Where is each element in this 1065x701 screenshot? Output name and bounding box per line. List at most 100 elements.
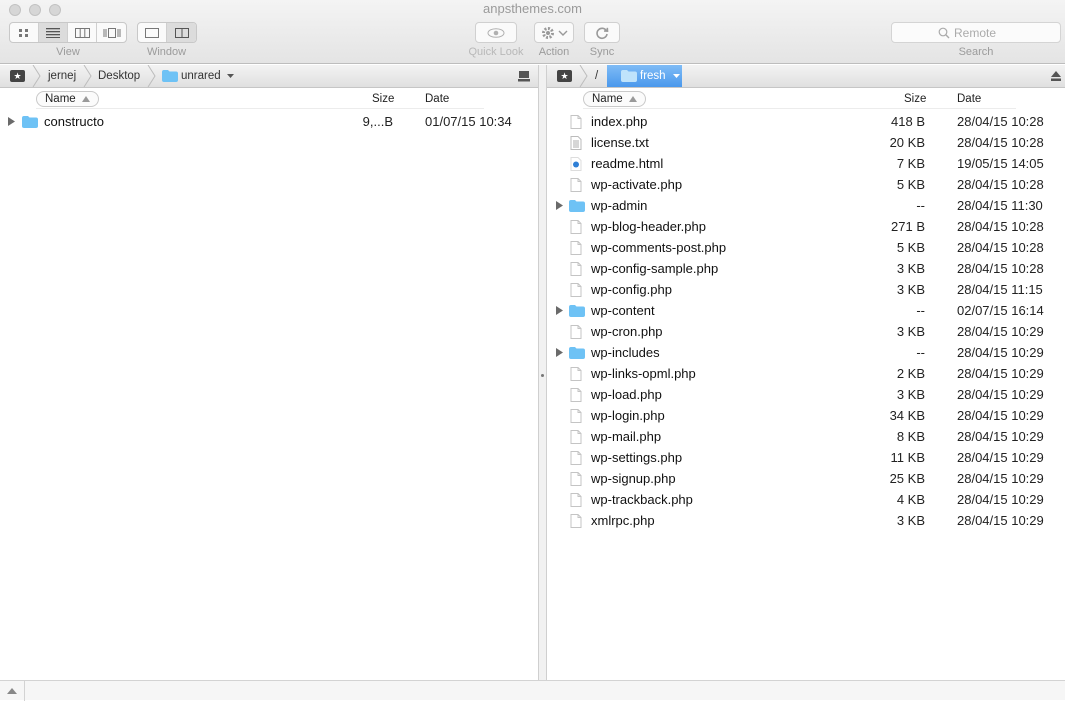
file-row[interactable]: wp-admin -- 28/04/15 11:30 <box>547 195 1065 216</box>
name-column-header[interactable]: Name <box>36 91 99 107</box>
file-row[interactable]: wp-links-opml.php 2 KB 28/04/15 10:29 <box>547 363 1065 384</box>
dual-pane-button[interactable] <box>167 23 196 42</box>
breadcrumb-separator-icon <box>83 65 92 87</box>
file-row[interactable]: wp-signup.php 25 KB 28/04/15 10:29 <box>547 468 1065 489</box>
single-pane-button[interactable] <box>138 23 167 42</box>
right-pane: ★ / fresh Name Size Date index.php 418 B 2… <box>547 65 1065 680</box>
file-row[interactable]: index.php 418 B 28/04/15 10:28 <box>547 111 1065 132</box>
pane-splitter[interactable] <box>538 65 547 680</box>
file-size: 418 B <box>891 114 925 129</box>
file-row[interactable]: wp-mail.php 8 KB 28/04/15 10:29 <box>547 426 1065 447</box>
breadcrumb-separator-icon <box>32 65 41 87</box>
file-row[interactable]: readme.html 7 KB 19/05/15 14:05 <box>547 153 1065 174</box>
sync-label: Sync <box>589 46 615 58</box>
file-icon <box>570 493 582 507</box>
name-column-label: Name <box>592 93 623 105</box>
favorites-star-icon[interactable]: ★ <box>557 70 572 82</box>
window-mode-control <box>137 22 197 43</box>
file-row[interactable]: wp-content -- 02/07/15 16:14 <box>547 300 1065 321</box>
file-date: 19/05/15 14:05 <box>957 156 1044 171</box>
file-row[interactable]: wp-config.php 3 KB 28/04/15 11:15 <box>547 279 1065 300</box>
view-mode-control <box>9 22 127 43</box>
file-date: 28/04/15 10:29 <box>957 408 1044 423</box>
folder-icon <box>162 70 178 82</box>
file-row[interactable]: wp-activate.php 5 KB 28/04/15 10:28 <box>547 174 1065 195</box>
html-file-icon <box>570 157 582 171</box>
view-icons-button[interactable] <box>10 23 39 42</box>
file-icon <box>570 325 582 339</box>
file-row[interactable]: license.txt 20 KB 28/04/15 10:28 <box>547 132 1065 153</box>
file-icon <box>570 115 582 129</box>
breadcrumb-separator-icon <box>147 65 156 87</box>
name-column-header[interactable]: Name <box>583 91 646 107</box>
date-column-header[interactable]: Date <box>425 93 449 105</box>
file-date: 28/04/15 10:29 <box>957 471 1044 486</box>
header-divider <box>36 108 484 109</box>
breadcrumb-root[interactable]: / <box>595 65 598 87</box>
disclosure-triangle-icon[interactable] <box>556 348 563 357</box>
single-pane-icon <box>145 27 159 38</box>
search-field[interactable] <box>891 22 1061 43</box>
view-list-button[interactable] <box>39 23 68 42</box>
left-pane: ★ jernej Desktop unrared Name Size Date … <box>0 65 538 680</box>
file-size: 25 KB <box>889 471 925 486</box>
file-name: wp-activate.php <box>591 177 683 192</box>
file-row[interactable]: wp-blog-header.php 271 B 28/04/15 10:28 <box>547 216 1065 237</box>
search-label: Search <box>958 46 994 58</box>
file-icon <box>570 451 582 465</box>
file-size: 3 KB <box>896 282 925 297</box>
caret-down-icon[interactable] <box>227 74 234 79</box>
file-date: 28/04/15 10:29 <box>957 429 1044 444</box>
size-column-header[interactable]: Size <box>372 93 394 105</box>
sync-button[interactable] <box>584 22 620 43</box>
breadcrumb-jernej[interactable]: jernej <box>48 65 76 87</box>
view-label: View <box>56 46 80 58</box>
text-file-icon <box>570 136 582 150</box>
file-row[interactable]: wp-includes -- 28/04/15 10:29 <box>547 342 1065 363</box>
file-row[interactable]: wp-config-sample.php 3 KB 28/04/15 10:28 <box>547 258 1065 279</box>
file-size: -- <box>916 345 925 360</box>
file-name: wp-links-opml.php <box>591 366 696 381</box>
left-path-bar: ★ jernej Desktop unrared <box>0 65 538 88</box>
breadcrumb-unrared[interactable]: unrared <box>181 65 221 87</box>
file-name: wp-login.php <box>591 408 665 423</box>
file-row[interactable]: xmlrpc.php 3 KB 28/04/15 10:29 <box>547 510 1065 531</box>
breadcrumb-fresh-selected[interactable]: fresh <box>607 65 682 87</box>
file-icon <box>570 367 582 381</box>
folder-icon <box>569 305 585 317</box>
quick-look-button[interactable] <box>475 22 517 43</box>
toolbar: anpsthemes.com View Window Quick Look Ac… <box>0 0 1065 64</box>
file-date: 28/04/15 10:29 <box>957 324 1044 339</box>
file-row[interactable]: wp-login.php 34 KB 28/04/15 10:29 <box>547 405 1065 426</box>
view-coverflow-button[interactable] <box>97 23 126 42</box>
file-name: wp-config-sample.php <box>591 261 719 276</box>
file-row[interactable]: wp-settings.php 11 KB 28/04/15 10:29 <box>547 447 1065 468</box>
chevron-up-icon[interactable] <box>6 686 18 695</box>
file-size: 3 KB <box>896 513 925 528</box>
disclosure-triangle-icon[interactable] <box>556 306 563 315</box>
drive-icon[interactable] <box>518 70 531 82</box>
file-row[interactable]: wp-load.php 3 KB 28/04/15 10:29 <box>547 384 1065 405</box>
favorites-star-icon[interactable]: ★ <box>10 70 25 82</box>
view-columns-button[interactable] <box>68 23 97 42</box>
file-name: wp-admin <box>591 198 648 213</box>
breadcrumb-desktop[interactable]: Desktop <box>98 65 140 87</box>
eject-icon[interactable] <box>1050 70 1063 82</box>
file-row[interactable]: wp-comments-post.php 5 KB 28/04/15 10:28 <box>547 237 1065 258</box>
file-row[interactable]: constructo 9,...B 01/07/15 10:34 <box>0 111 538 132</box>
disclosure-triangle-icon[interactable] <box>8 117 15 126</box>
date-column-header[interactable]: Date <box>957 93 981 105</box>
search-input[interactable] <box>954 25 1014 40</box>
file-size: 11 KB <box>890 450 925 465</box>
file-size: 3 KB <box>896 387 925 402</box>
caret-down-icon <box>673 74 680 78</box>
file-row[interactable]: wp-trackback.php 4 KB 28/04/15 10:29 <box>547 489 1065 510</box>
action-button[interactable] <box>534 22 574 43</box>
file-name: readme.html <box>591 156 664 171</box>
right-path-bar: ★ / fresh <box>547 65 1065 88</box>
file-size: 34 KB <box>889 408 925 423</box>
disclosure-triangle-icon[interactable] <box>556 201 563 210</box>
size-column-header[interactable]: Size <box>904 93 926 105</box>
file-row[interactable]: wp-cron.php 3 KB 28/04/15 10:29 <box>547 321 1065 342</box>
file-size: -- <box>916 303 925 318</box>
